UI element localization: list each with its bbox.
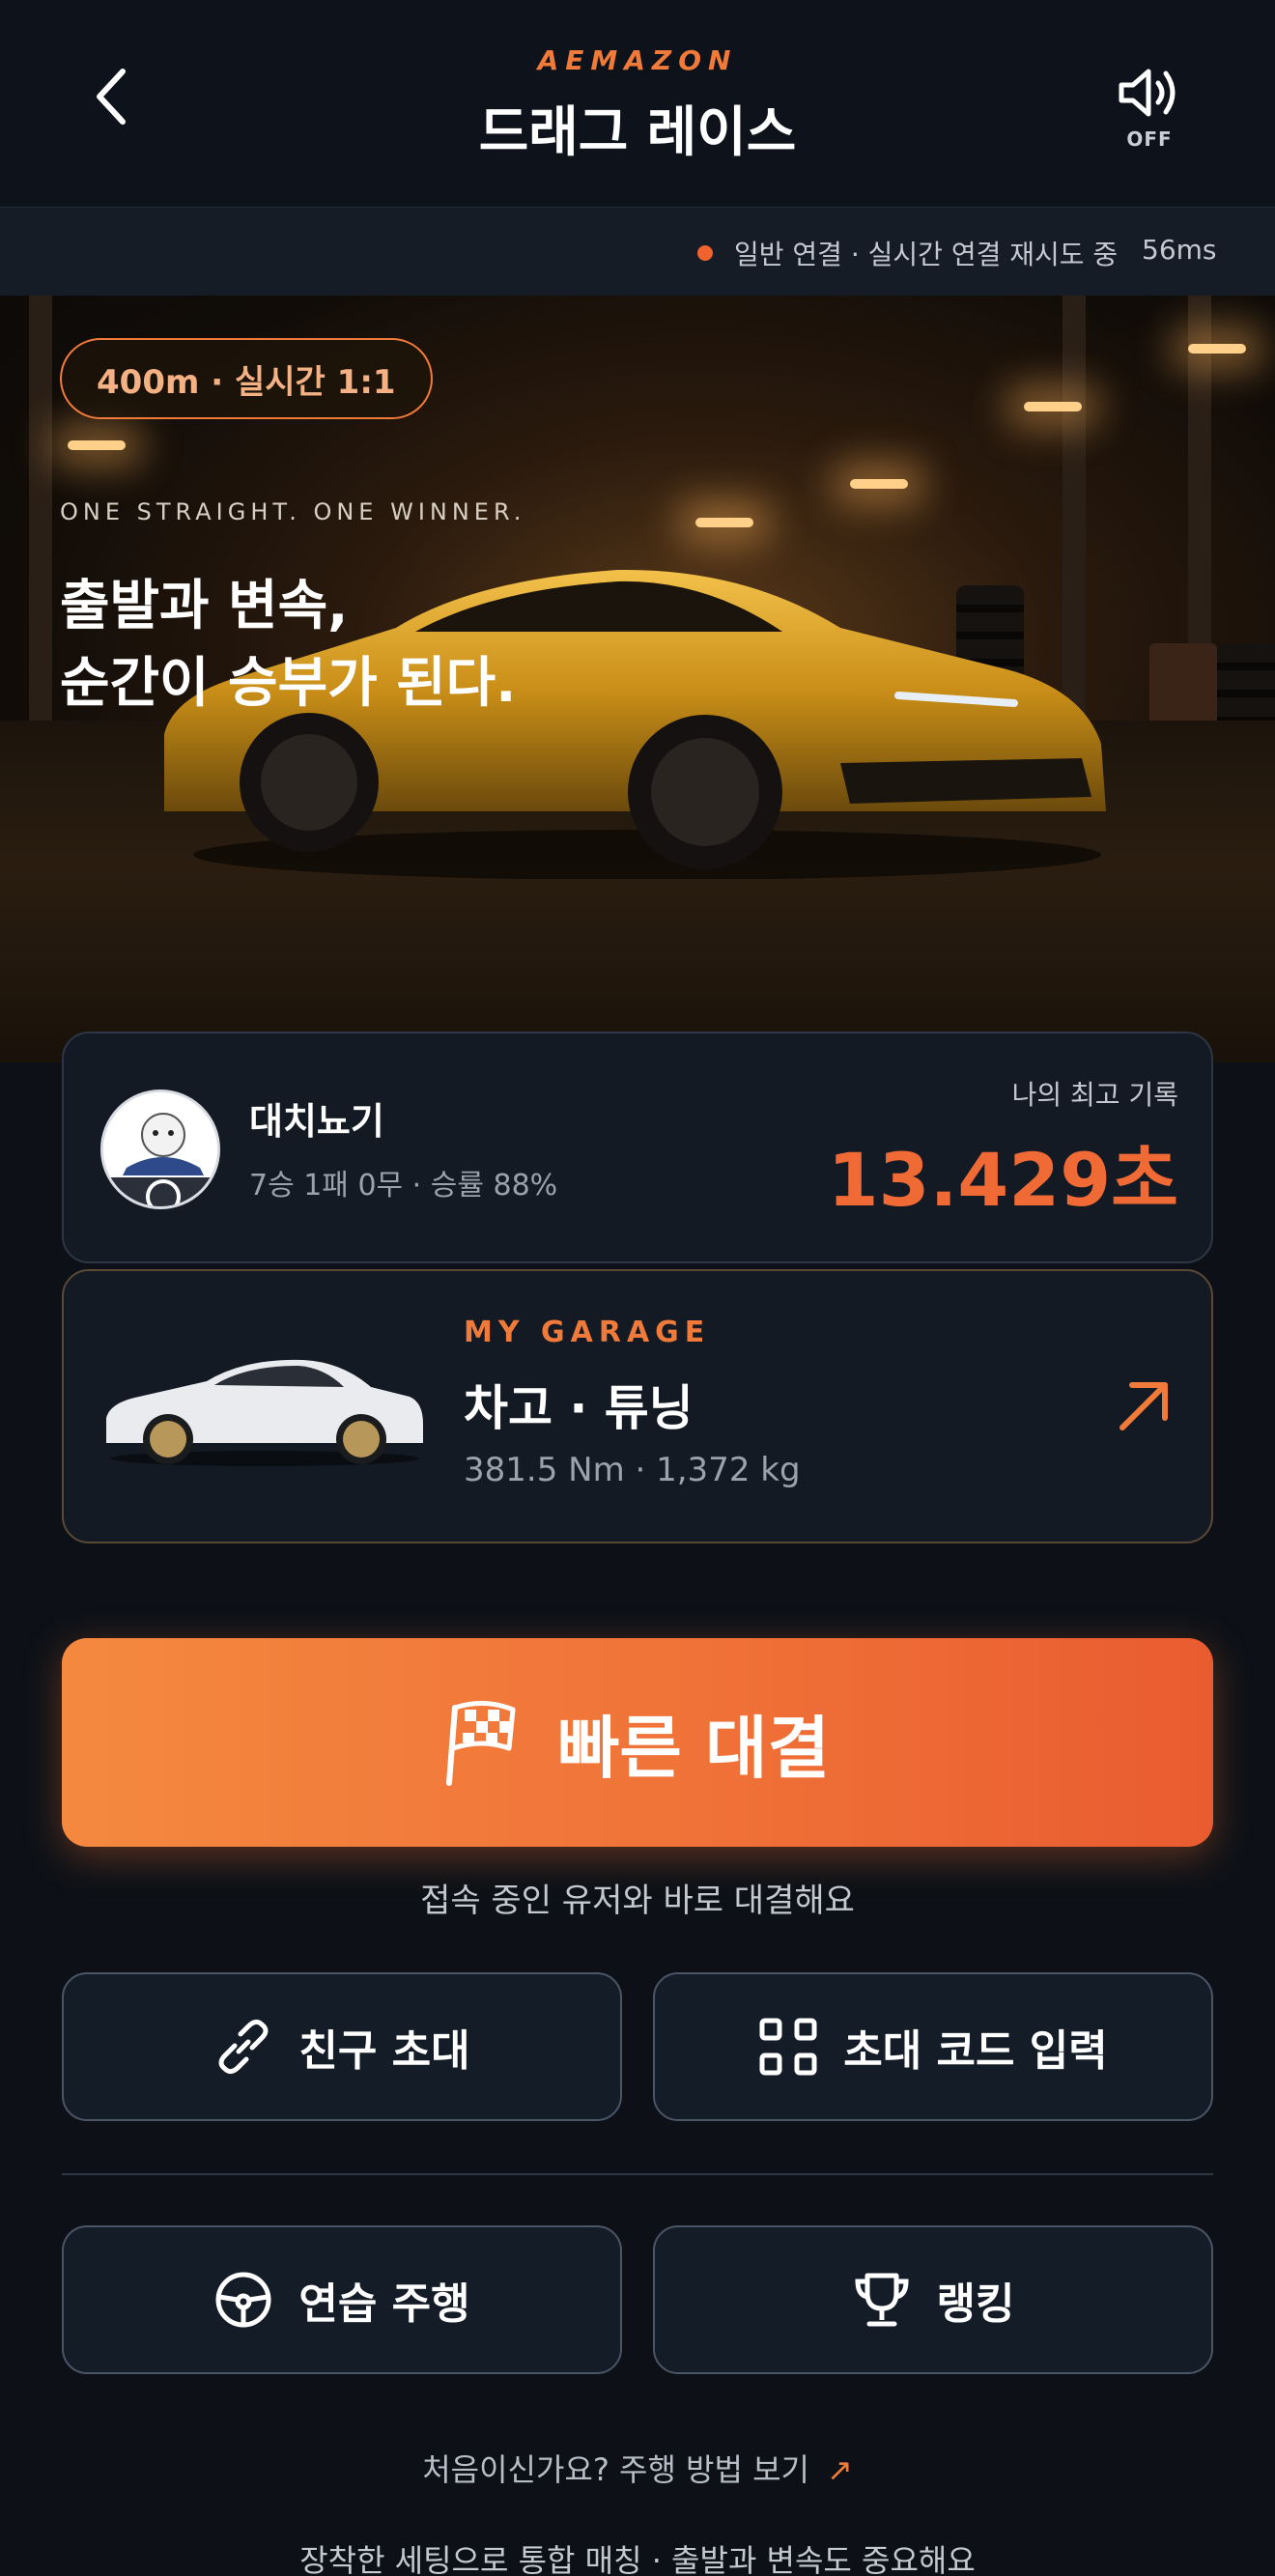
garage-spec: 381.5 Nm · 1,372 kg [464, 1451, 801, 1489]
quick-match-button[interactable]: 빠른 대결 [62, 1638, 1213, 1847]
connection-status-text: 일반 연결 · 실시간 연결 재시도 중 [734, 239, 1119, 270]
link-icon [218, 2019, 269, 2075]
enter-invite-code-button[interactable]: 초대 코드 입력 [653, 1972, 1213, 2121]
sound-state-label: OFF [1126, 127, 1173, 151]
hero-headline-line1: 출발과 변속, [60, 575, 349, 637]
avatar [100, 1090, 220, 1209]
invite-friend-label: 친구 초대 [298, 2026, 470, 2076]
checkered-flag-icon [446, 1701, 516, 1786]
section-divider [62, 2173, 1213, 2175]
best-record-label: 나의 최고 기록 [1011, 1079, 1178, 1111]
qr-code-icon [759, 2018, 817, 2076]
race-mode-badge: 400m · 실시간 1:1 [60, 338, 433, 419]
arrow-up-right-icon: ↗ [826, 2451, 853, 2488]
brand-logo-text: AEMAZON [537, 44, 738, 76]
ranking-label: 랭킹 [936, 2279, 1015, 2329]
profile-stats: 7승 1패 0무 · 승률 88% [249, 1169, 558, 1203]
how-to-drive-label: 처음이신가요? 주행 방법 보기 [422, 2451, 809, 2488]
hero-tagline: ONE STRAIGHT. ONE WINNER. [60, 498, 526, 525]
connection-status-dot [697, 245, 713, 261]
how-to-drive-link[interactable]: 처음이신가요? 주행 방법 보기 ↗ [0, 2446, 1275, 2490]
hero-headline: 출발과 변속, 순간이 승부가 된다. [60, 568, 736, 722]
arrow-up-right-icon [1119, 1382, 1168, 1430]
page-title: 드래그 레이스 [478, 101, 797, 164]
quick-match-description: 접속 중인 유저와 바로 대결해요 [420, 1882, 855, 1920]
sound-toggle-button[interactable]: OFF [1101, 64, 1198, 160]
profile-name: 대치뇨기 [249, 1100, 384, 1143]
invite-friend-button[interactable]: 친구 초대 [62, 1972, 622, 2121]
enter-invite-code-label: 초대 코드 입력 [843, 2026, 1108, 2076]
trophy-icon [855, 2273, 909, 2327]
garage-title: 차고 · 튜닝 [464, 1380, 694, 1436]
quick-match-label: 빠른 대결 [557, 1708, 830, 1788]
latency-value: 56ms [1142, 234, 1217, 266]
garage-kicker: MY GARAGE [464, 1316, 711, 1349]
practice-drive-button[interactable]: 연습 주행 [62, 2225, 622, 2374]
best-record-value: 13.429초 [827, 1137, 1178, 1223]
practice-drive-label: 연습 주행 [298, 2279, 470, 2329]
footer-note: 장착한 세팅으로 통합 매칭 · 출발과 변속도 중요해요 [299, 2542, 976, 2576]
garage-car-image [106, 1359, 423, 1466]
steering-wheel-icon [215, 2272, 271, 2328]
speaker-icon [1119, 69, 1176, 117]
hero-headline-line2: 순간이 승부가 된다. [60, 652, 517, 715]
ranking-button[interactable]: 랭킹 [653, 2225, 1213, 2374]
